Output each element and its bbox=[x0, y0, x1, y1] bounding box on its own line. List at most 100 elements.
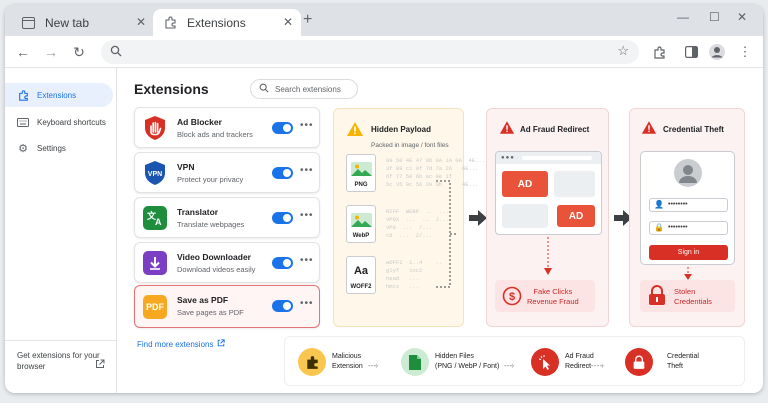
warning-icon bbox=[499, 120, 515, 140]
panel-title: Ad Fraud Redirect bbox=[520, 125, 590, 134]
back-icon[interactable]: ← bbox=[14, 43, 32, 61]
extension-name: Ad Blocker bbox=[177, 117, 222, 127]
field-mask: •••••••• bbox=[668, 201, 688, 208]
tab-bar: New tab ✕ Extensions ✕ + — ☐ ✕ bbox=[5, 5, 763, 36]
arrow-right-icon bbox=[469, 210, 487, 231]
search-extensions-input[interactable]: Search extensions bbox=[250, 79, 358, 99]
login-form-mockup: 👤 •••••••• 🔒 •••••••• Sign in bbox=[640, 151, 735, 265]
vpn-shield-icon: VPN bbox=[143, 161, 167, 185]
flow-arrow: - - -› bbox=[504, 361, 514, 370]
extension-card-vpn[interactable]: VPN VPN Protect your privacy ••• bbox=[134, 152, 320, 193]
search-icon bbox=[110, 44, 122, 62]
sidebar-item-extensions[interactable]: Extensions bbox=[5, 83, 113, 107]
menu-icon[interactable]: ⋮ bbox=[736, 43, 754, 61]
more-options-icon[interactable]: ••• bbox=[300, 210, 314, 221]
extension-card-save-as-pdf[interactable]: PDF Save as PDF Save pages as PDF ••• bbox=[134, 285, 320, 328]
ad-box: AD bbox=[502, 171, 548, 197]
extension-desc: Download videos easily bbox=[177, 265, 256, 274]
dashed-arrow-down bbox=[544, 237, 552, 275]
file-icon bbox=[401, 348, 429, 376]
hidden-payload-panel: Hidden Payload Packed in image / font fi… bbox=[333, 108, 485, 327]
browser-window: New tab ✕ Extensions ✕ + — ☐ ✕ ← → ↻ ☆ ⋮… bbox=[5, 5, 763, 393]
maximize-icon[interactable]: ☐ bbox=[709, 10, 720, 24]
reload-icon[interactable]: ↻ bbox=[70, 43, 88, 61]
get-extensions-link[interactable]: Get extensions for your browser bbox=[17, 350, 103, 372]
flow-step-hidden-files: Hidden Files (PNG / WebP / Font) bbox=[401, 348, 499, 376]
tab-label: Extensions bbox=[187, 15, 246, 30]
window-close-icon[interactable]: ✕ bbox=[737, 10, 747, 24]
extension-card-video-downloader[interactable]: Video Downloader Download videos easily … bbox=[134, 242, 320, 283]
enable-toggle[interactable] bbox=[272, 167, 293, 179]
address-bar[interactable]: ☆ bbox=[101, 40, 639, 64]
extension-card-translator[interactable]: 文A Translator Translate webpages ••• bbox=[134, 197, 320, 238]
download-icon bbox=[143, 251, 167, 275]
ad-fraud-panel: Ad Fraud Redirect ●●● AD AD $ Fake Click… bbox=[486, 108, 609, 327]
tab-extensions[interactable]: Extensions ✕ bbox=[153, 9, 301, 36]
bookmark-star-icon[interactable]: ☆ bbox=[617, 43, 629, 59]
more-options-icon[interactable]: ••• bbox=[300, 120, 314, 131]
enable-toggle[interactable] bbox=[272, 122, 293, 134]
file-type-label: WebP bbox=[352, 233, 370, 239]
puzzle-icon bbox=[163, 16, 177, 30]
find-more-extensions-link[interactable]: Find more extensions bbox=[137, 339, 226, 349]
keyboard-icon bbox=[17, 117, 29, 127]
side-panel-icon[interactable] bbox=[682, 43, 700, 61]
open-external-icon[interactable] bbox=[95, 356, 105, 374]
dashed-arrow-down bbox=[684, 267, 692, 280]
tab-new-tab[interactable]: New tab ✕ bbox=[11, 9, 154, 36]
warning-icon bbox=[641, 120, 657, 140]
sidebar: Extensions Keyboard shortcuts ⚙ Settings… bbox=[5, 68, 117, 393]
field-mask: •••••••• bbox=[668, 224, 688, 231]
sidebar-item-settings[interactable]: ⚙ Settings bbox=[5, 136, 113, 160]
forward-icon[interactable]: → bbox=[42, 43, 60, 61]
extensions-icon[interactable] bbox=[650, 43, 668, 61]
main-content: Extensions Search extensions Ad Blocker … bbox=[117, 68, 763, 393]
flow-step-label: Malicious Extension bbox=[332, 353, 363, 370]
flow-step-credential-theft: Credential Theft bbox=[625, 348, 699, 376]
flow-arrow: - - - - -› bbox=[588, 361, 604, 370]
close-icon[interactable]: ✕ bbox=[283, 15, 293, 29]
minimize-icon[interactable]: — bbox=[677, 10, 689, 24]
dashed-connector bbox=[436, 180, 458, 288]
cursor-click-icon bbox=[531, 348, 559, 376]
ad-box: AD bbox=[557, 205, 595, 227]
more-options-icon[interactable]: ••• bbox=[300, 165, 314, 176]
lock-icon bbox=[625, 348, 653, 376]
translate-icon: 文A bbox=[143, 206, 167, 230]
gear-icon: ⚙ bbox=[18, 142, 28, 155]
svg-text:$: $ bbox=[509, 291, 515, 303]
sidebar-item-keyboard-shortcuts[interactable]: Keyboard shortcuts bbox=[5, 110, 113, 134]
warning-icon bbox=[346, 121, 364, 142]
fake-clicks-box: $ Fake Clicks Revenue Fraud bbox=[495, 280, 595, 312]
sign-in-button: Sign in bbox=[649, 245, 728, 260]
extension-desc: Protect your privacy bbox=[177, 175, 244, 184]
extension-card-ad-blocker[interactable]: Ad Blocker Block ads and trackers ••• bbox=[134, 107, 320, 148]
password-field: 🔒 •••••••• bbox=[649, 221, 728, 235]
png-file-icon: PNG bbox=[346, 154, 376, 192]
enable-toggle[interactable] bbox=[272, 257, 293, 269]
sidebar-divider bbox=[5, 340, 117, 341]
flow-step-label: Credential Theft bbox=[667, 353, 699, 370]
webp-file-icon: WebP bbox=[346, 205, 376, 243]
dollar-icon: $ bbox=[502, 286, 522, 311]
enable-toggle[interactable] bbox=[272, 300, 293, 312]
extension-desc: Translate webpages bbox=[177, 220, 245, 229]
flow-step-label: Hidden Files (PNG / WebP / Font) bbox=[435, 353, 500, 370]
font-file-icon: Aa WOFF2 bbox=[346, 256, 376, 294]
page-title: Extensions bbox=[134, 81, 209, 97]
enable-toggle[interactable] bbox=[272, 212, 293, 224]
lock-icon bbox=[648, 285, 666, 311]
stolen-credentials-box: Stolen Credentials bbox=[640, 280, 735, 312]
extension-name: Save as PDF bbox=[177, 295, 229, 305]
credential-theft-panel: Credential Theft 👤 •••••••• 🔒 •••••••• Sig… bbox=[629, 108, 745, 327]
profile-avatar-icon[interactable] bbox=[708, 43, 726, 61]
close-icon[interactable]: ✕ bbox=[136, 15, 146, 29]
new-tab-button[interactable]: + bbox=[303, 11, 312, 29]
page-icon bbox=[21, 16, 35, 30]
more-options-icon[interactable]: ••• bbox=[300, 255, 314, 266]
extension-name: Translator bbox=[177, 207, 219, 217]
toolbar: ← → ↻ ☆ ⋮ bbox=[5, 36, 763, 68]
svg-text:A: A bbox=[155, 217, 162, 226]
search-placeholder: Search extensions bbox=[275, 84, 341, 94]
more-options-icon[interactable]: ••• bbox=[300, 298, 314, 309]
